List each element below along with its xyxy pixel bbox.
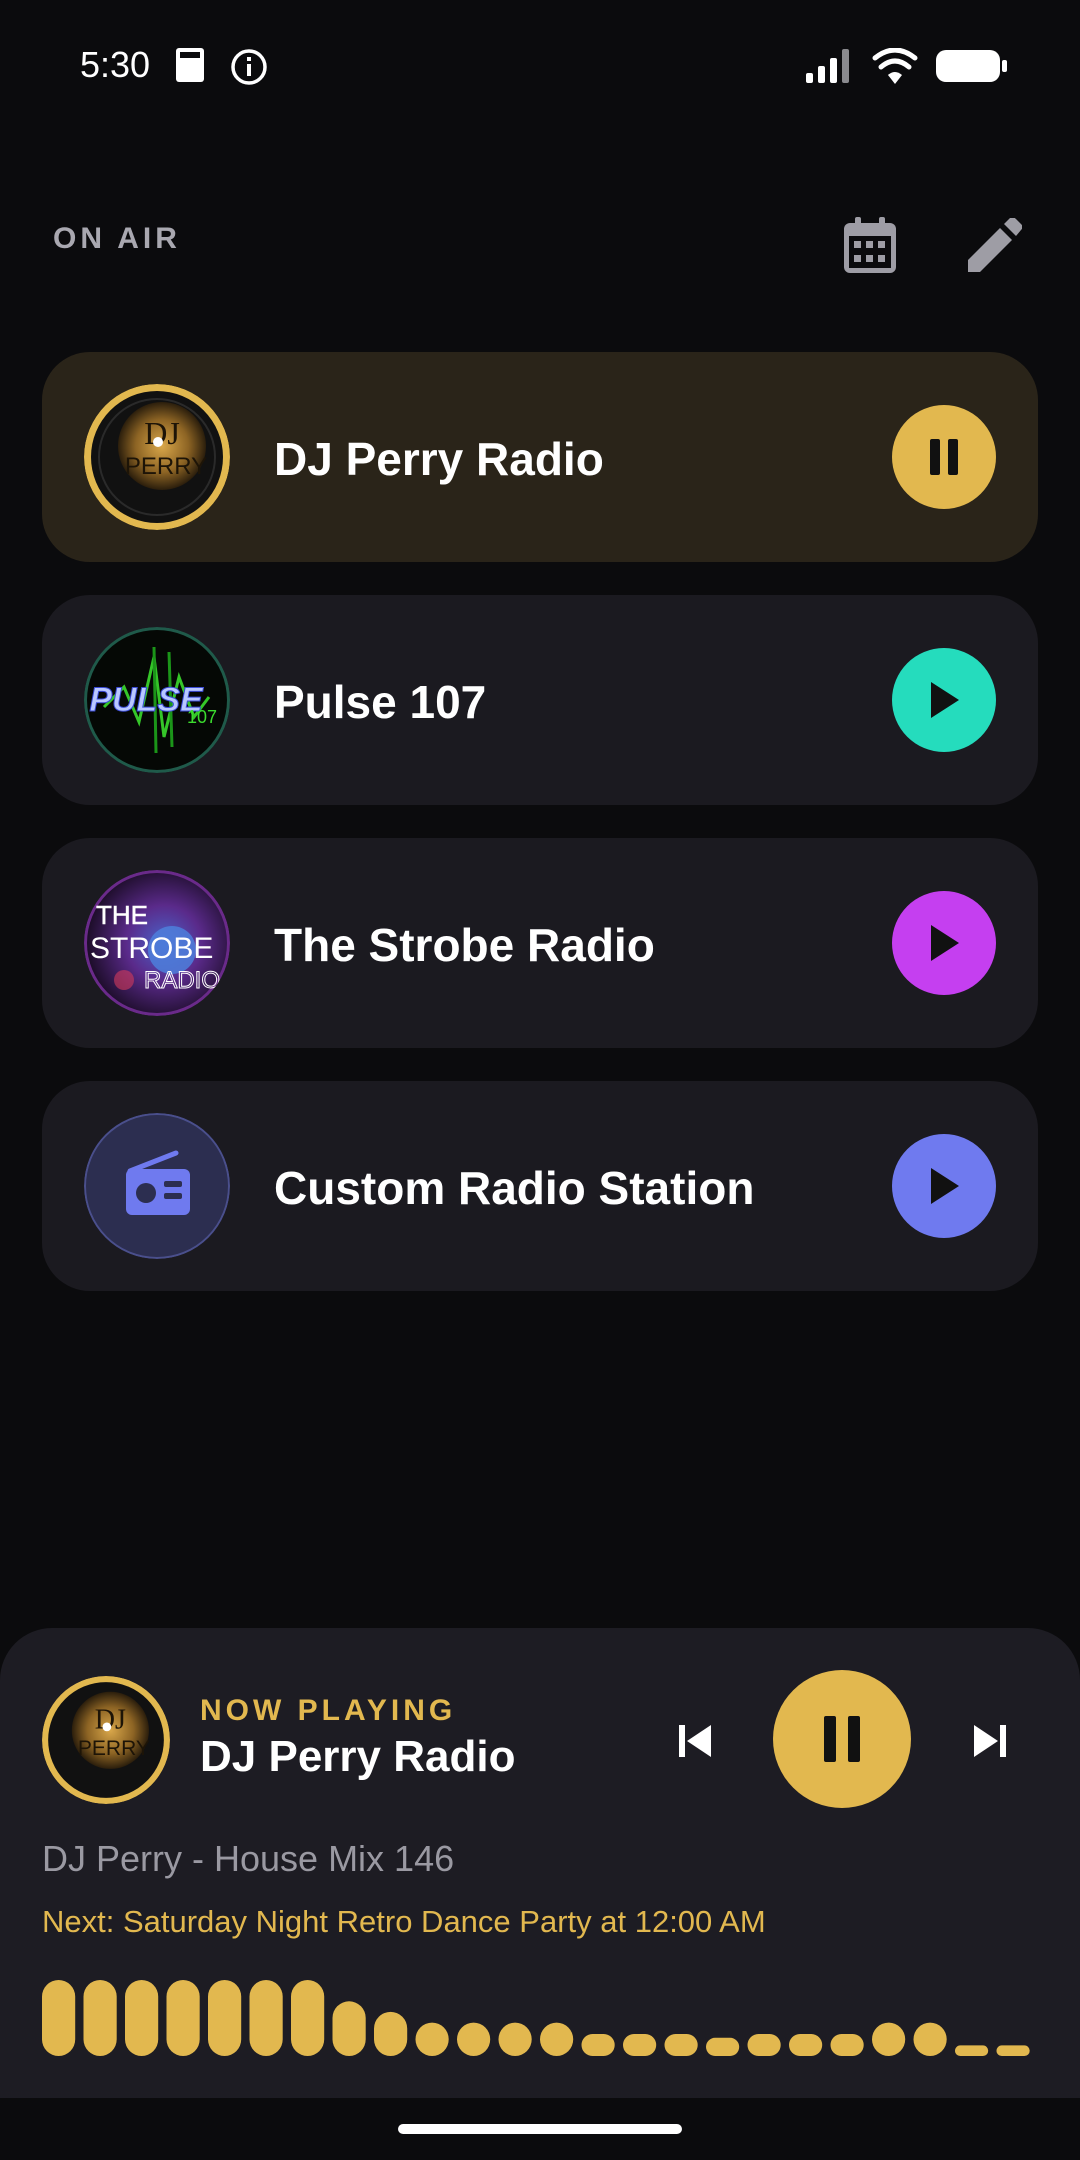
audio-visualizer xyxy=(42,1980,1030,2056)
player-pause-button[interactable] xyxy=(773,1670,911,1808)
play-icon xyxy=(931,925,959,961)
radio-icon xyxy=(84,1113,230,1259)
pulse-107-logo: PULSE 107 xyxy=(84,627,230,773)
now-playing-panel: DJ PERRY NOW PLAYING DJ Perry Radio DJ P… xyxy=(0,1628,1080,2098)
status-indicators xyxy=(806,48,1008,84)
dj-perry-logo: DJ PERRY xyxy=(42,1676,170,1804)
station-logo: THE STROBE RADIO xyxy=(84,870,230,1016)
pencil-icon xyxy=(968,218,1022,272)
svg-text:107: 107 xyxy=(187,707,217,727)
visualizer-bar xyxy=(706,2037,740,2056)
strobe-radio-logo: THE STROBE RADIO xyxy=(84,870,230,1016)
schedule-button[interactable] xyxy=(830,205,910,285)
pause-button[interactable] xyxy=(892,405,996,509)
station-card-strobe-radio[interactable]: THE STROBE RADIO The Strobe Radio xyxy=(42,838,1038,1048)
current-track: DJ Perry - House Mix 146 xyxy=(42,1838,455,1879)
sim-card-icon xyxy=(176,48,204,82)
play-button[interactable] xyxy=(892,1134,996,1238)
play-button[interactable] xyxy=(892,891,996,995)
svg-text:THE: THE xyxy=(96,900,148,930)
visualizer-bar xyxy=(332,2001,366,2056)
svg-text:RADIO: RADIO xyxy=(144,967,220,994)
radio-app-screen: 5:30 ON AIR DJ PERRY DJ Perry Radio PULS… xyxy=(0,0,1080,2160)
status-time: 5:30 xyxy=(80,44,151,85)
visualizer-bar xyxy=(996,2045,1030,2056)
home-indicator[interactable] xyxy=(398,2124,682,2134)
visualizer-bar xyxy=(498,2022,532,2056)
status-bar: 5:30 xyxy=(0,0,1080,130)
station-card-dj-perry[interactable]: DJ PERRY DJ Perry Radio xyxy=(42,352,1038,562)
battery-icon xyxy=(936,50,1007,82)
station-name: Custom Radio Station xyxy=(274,1162,755,1214)
svg-text:DJ: DJ xyxy=(95,1705,126,1736)
next-show: Next: Saturday Night Retro Dance Party a… xyxy=(42,1904,766,1939)
page-title: ON AIR xyxy=(53,222,181,255)
info-icon xyxy=(231,49,267,85)
pause-icon xyxy=(824,1716,860,1762)
station-logo xyxy=(84,1113,230,1259)
pause-icon xyxy=(930,439,958,475)
visualizer-bar xyxy=(415,2022,449,2056)
dj-perry-logo: DJ PERRY xyxy=(84,384,230,530)
skip-previous-icon xyxy=(679,1725,711,1757)
visualizer-bar xyxy=(955,2045,989,2056)
svg-text:PERRY: PERRY xyxy=(78,1737,150,1760)
visualizer-bar xyxy=(166,1980,200,2056)
play-icon xyxy=(931,1168,959,1204)
visualizer-bar xyxy=(747,2034,781,2056)
svg-text:STROBE: STROBE xyxy=(90,932,213,965)
station-logo: PULSE 107 xyxy=(84,627,230,773)
calendar-icon xyxy=(844,217,896,273)
visualizer-bar xyxy=(623,2034,657,2056)
svg-text:PERRY: PERRY xyxy=(125,453,207,480)
station-card-custom[interactable]: Custom Radio Station xyxy=(42,1081,1038,1291)
next-button[interactable] xyxy=(955,1706,1025,1776)
visualizer-bar xyxy=(913,2022,947,2056)
visualizer-bar xyxy=(830,2034,864,2056)
play-button[interactable] xyxy=(892,648,996,752)
station-name: Pulse 107 xyxy=(274,676,487,728)
now-playing-logo: DJ PERRY xyxy=(42,1676,170,1804)
edit-button[interactable] xyxy=(955,205,1035,285)
signal-icon xyxy=(806,49,849,83)
visualizer-bar xyxy=(581,2034,615,2056)
visualizer-bar xyxy=(540,2022,574,2056)
svg-text:DJ: DJ xyxy=(144,415,180,451)
station-name: DJ Perry Radio xyxy=(274,433,604,485)
visualizer-bar xyxy=(789,2034,823,2056)
visualizer-bar xyxy=(42,1980,76,2056)
station-name: The Strobe Radio xyxy=(274,919,655,971)
wifi-icon xyxy=(872,48,918,84)
play-icon xyxy=(931,682,959,718)
visualizer-bar xyxy=(291,1980,325,2056)
visualizer-bar xyxy=(374,2011,408,2056)
visualizer-bar xyxy=(208,1980,242,2056)
visualizer-bar xyxy=(249,1980,283,2056)
previous-button[interactable] xyxy=(660,1706,730,1776)
now-playing-label: NOW PLAYING xyxy=(200,1694,457,1727)
station-logo: DJ PERRY xyxy=(84,384,230,530)
visualizer-bar xyxy=(83,1980,117,2056)
station-card-pulse-107[interactable]: PULSE 107 Pulse 107 xyxy=(42,595,1038,805)
visualizer-bar xyxy=(872,2022,906,2056)
visualizer-bar xyxy=(457,2022,491,2056)
visualizer-bar xyxy=(664,2034,698,2056)
visualizer-bar xyxy=(125,1980,159,2056)
skip-next-icon xyxy=(974,1725,1006,1757)
now-playing-station: DJ Perry Radio xyxy=(200,1732,516,1781)
